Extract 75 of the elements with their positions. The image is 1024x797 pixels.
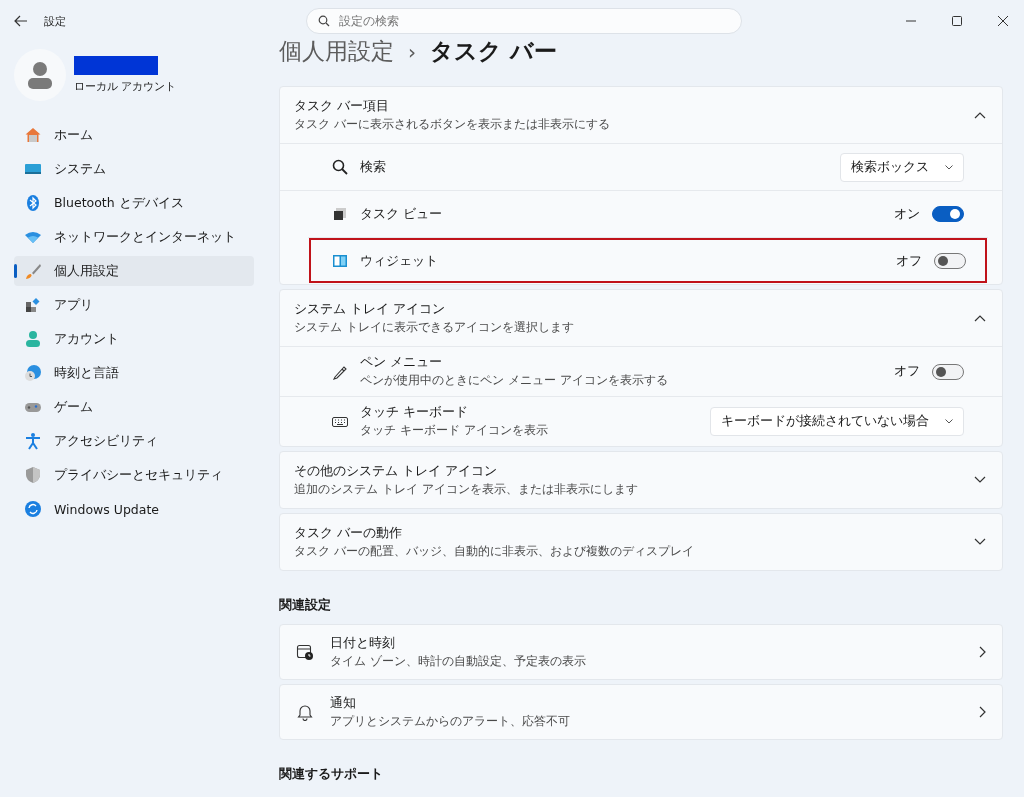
maximize-icon[interactable]	[952, 16, 962, 26]
link-subtitle: タイム ゾーン、時計の自動設定、予定表の表示	[330, 652, 587, 670]
avatar	[14, 49, 66, 101]
link-card[interactable]: 通知 アプリとシステムからのアラート、応答不可	[279, 684, 1003, 740]
sidebar-item[interactable]: アカウント	[14, 324, 254, 354]
sidebar-item[interactable]: ネットワークとインターネット	[14, 222, 254, 252]
back-arrow-icon[interactable]	[14, 15, 28, 27]
link-title: 通知	[330, 694, 357, 712]
window-title: 設定	[44, 13, 66, 29]
link-title: 日付と時刻	[330, 634, 396, 652]
sidebar-item[interactable]: プライバシーとセキュリティ	[14, 460, 254, 490]
calendar-icon	[296, 643, 314, 661]
search-field[interactable]: 設定の検索	[306, 8, 742, 34]
brush-icon	[24, 262, 42, 280]
section-subtitle: タスク バーに表示されるボタンを表示または非表示にする	[294, 115, 610, 133]
toggle-state-text: オン	[894, 205, 920, 223]
sidebar-item[interactable]: アプリ	[14, 290, 254, 320]
access-icon	[24, 432, 42, 450]
toggle-state-text: オフ	[896, 252, 922, 270]
toggle-state-text: オフ	[894, 363, 920, 380]
sidebar-item[interactable]: ゲーム	[14, 392, 254, 422]
bluetooth-icon	[24, 194, 42, 212]
section-title: その他のシステム トレイ アイコン	[294, 462, 498, 480]
setting-description: ペンが使用中のときにペン メニュー アイコンを表示する	[360, 372, 669, 389]
setting-description: タッチ キーボード アイコンを表示	[360, 422, 549, 439]
dropdown[interactable]: キーボードが接続されていない場合	[710, 407, 964, 436]
setting-label: タスク ビュー	[360, 205, 443, 223]
person-icon	[24, 330, 42, 348]
apps-icon	[24, 296, 42, 314]
account-type: ローカル アカウント	[74, 79, 177, 94]
section-title: タスク バー項目	[294, 97, 390, 115]
section-subtitle: システム トレイに表示できるアイコンを選択します	[294, 318, 574, 336]
globe-icon	[24, 364, 42, 382]
chevron-down-icon	[945, 419, 953, 424]
section-subtitle: 追加のシステム トレイ アイコンを表示、または非表示にします	[294, 480, 638, 498]
setting-label: タッチ キーボード	[360, 404, 469, 421]
sidebar-item[interactable]: 時刻と言語	[14, 358, 254, 388]
sidebar-item[interactable]: アクセシビリティ	[14, 426, 254, 456]
link-card[interactable]: 日付と時刻 タイム ゾーン、時計の自動設定、予定表の表示	[279, 624, 1003, 680]
sidebar-item[interactable]: Windows Update	[14, 494, 254, 524]
toggle-switch[interactable]	[932, 363, 964, 380]
chevron-right-icon	[979, 706, 986, 718]
shield-icon	[24, 466, 42, 484]
taskview-icon	[332, 206, 348, 222]
update-icon	[24, 500, 42, 518]
setting-label: ペン メニュー	[360, 354, 443, 371]
sidebar-item[interactable]: 個人用設定	[14, 256, 254, 286]
chevron-right-icon	[979, 646, 986, 658]
section-header[interactable]: タスク バー項目 タスク バーに表示されるボタンを表示または非表示にする	[280, 87, 1002, 143]
close-icon[interactable]	[998, 16, 1008, 26]
home-icon	[24, 126, 42, 144]
section-heading: 関連するサポート	[279, 766, 384, 783]
sidebar-item[interactable]: システム	[14, 154, 254, 184]
section-heading: 関連設定	[279, 597, 332, 614]
section-header[interactable]: その他のシステム トレイ アイコン 追加のシステム トレイ アイコンを表示、または非表示にします	[280, 452, 1002, 508]
sidebar-item[interactable]: ホーム	[14, 120, 254, 150]
section-header[interactable]: システム トレイ アイコン システム トレイに表示できるアイコンを選択します	[280, 290, 1002, 346]
section-header[interactable]: タスク バーの動作 タスク バーの配置、バッジ、自動的に非表示、および複数のディスプレイ	[280, 514, 1002, 570]
widgets-icon	[332, 253, 348, 269]
bell-icon	[296, 703, 314, 721]
toggle-switch[interactable]	[932, 206, 964, 222]
toggle-switch[interactable]	[934, 253, 966, 269]
setting-label: ウィジェット	[360, 252, 439, 270]
breadcrumb-separator: ›	[408, 40, 416, 64]
section-title: システム トレイ アイコン	[294, 300, 446, 318]
setting-label: 検索	[360, 158, 387, 176]
dropdown[interactable]: 検索ボックス	[840, 152, 964, 182]
page-title: タスク バー	[430, 37, 557, 66]
search-icon	[332, 159, 348, 175]
breadcrumb-parent[interactable]: 個人用設定	[279, 36, 394, 67]
section-subtitle: タスク バーの配置、バッジ、自動的に非表示、および複数のディスプレイ	[294, 542, 694, 560]
section-title: タスク バーの動作	[294, 524, 403, 542]
link-subtitle: アプリとシステムからのアラート、応答不可	[330, 712, 571, 730]
chevron-down-icon	[945, 164, 953, 170]
sidebar-item[interactable]: Bluetooth とデバイス	[14, 188, 254, 218]
